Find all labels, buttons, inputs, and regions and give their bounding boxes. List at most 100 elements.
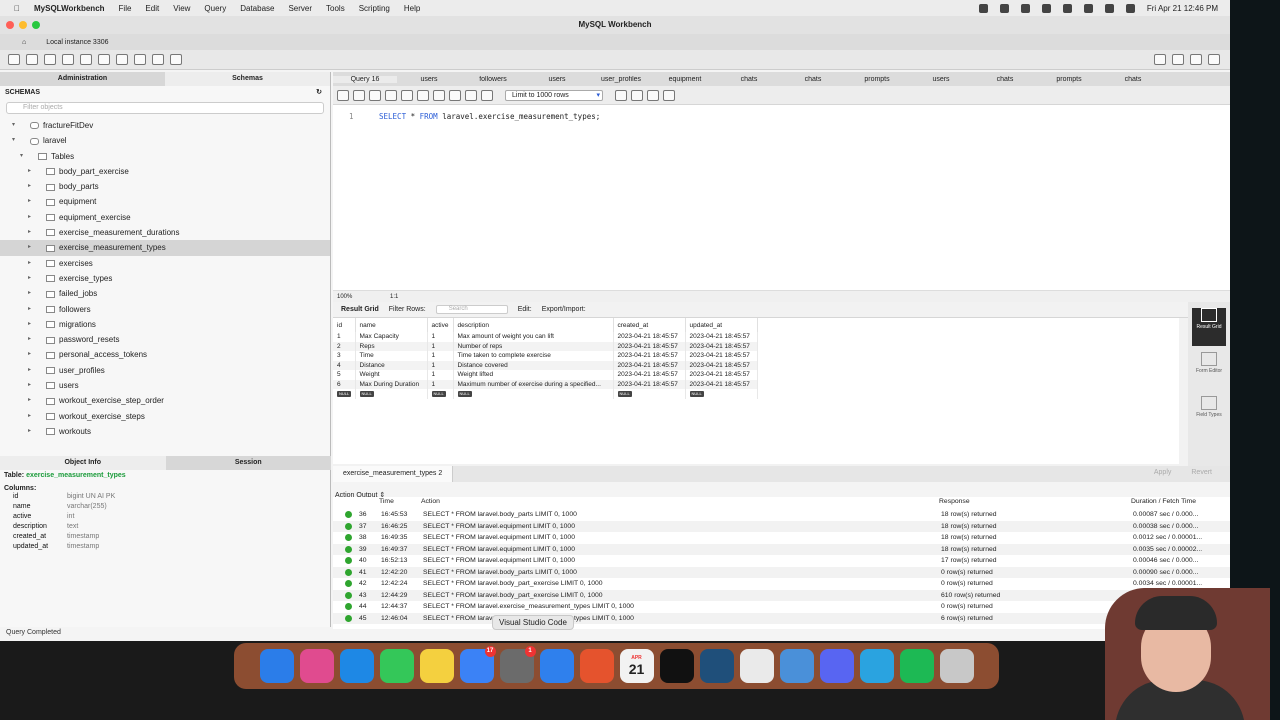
table-cell[interactable]: Time <box>355 351 428 361</box>
vscode-icon[interactable] <box>539 649 574 683</box>
tab-query[interactable]: chats <box>973 76 1037 83</box>
table-cell[interactable]: Max During Duration <box>355 379 428 389</box>
tree-item[interactable]: ▸ password_resets <box>0 332 330 347</box>
tab-query[interactable]: equipment <box>653 76 717 83</box>
table-row[interactable]: 5 Weight 1 Weight lifted 2023-04-21 18:45:57… <box>333 370 758 380</box>
table-cell[interactable]: Maximum number of exercise during a spec… <box>453 379 614 389</box>
terminal-icon[interactable] <box>659 649 694 683</box>
inspector-button[interactable] <box>44 54 56 65</box>
output-row[interactable]: 43 12:44:29 SELECT * FROM laravel.body_par… <box>333 589 1230 601</box>
table-cell[interactable]: 2023-04-21 18:45:57 <box>685 370 758 380</box>
table-row[interactable]: 3 Time 1 Time taken to complete exercise 202… <box>333 351 758 361</box>
beautify-button[interactable] <box>615 89 627 101</box>
menu-file[interactable]: File <box>119 4 132 13</box>
invisible-chars-button[interactable] <box>647 89 659 101</box>
tree-item[interactable]: ▾ laravel <box>0 133 330 148</box>
table-cell[interactable]: 2023-04-21 18:45:57 <box>613 341 686 351</box>
autocommit-button[interactable] <box>481 89 493 101</box>
sql-line[interactable]: 1 SELECT * FROM laravel.exercise_measure… <box>333 112 1230 121</box>
chrome-icon[interactable] <box>739 649 774 683</box>
create-function-button[interactable] <box>134 54 146 65</box>
table-cell[interactable]: 1 <box>427 351 454 361</box>
tab-schemas[interactable]: Schemas <box>165 72 330 86</box>
status-tray-icon[interactable] <box>999 3 1009 13</box>
table-cell[interactable]: NULL <box>613 389 686 399</box>
tab-query[interactable]: prompts <box>1037 76 1101 83</box>
menu-database[interactable]: Database <box>240 4 274 13</box>
field-types-button[interactable]: Field Types <box>1192 396 1226 434</box>
output-row[interactable]: 41 12:42:20 SELECT * FROM laravel.body_par… <box>333 566 1230 578</box>
chevron-right-icon[interactable]: ▸ <box>28 271 31 286</box>
output-row[interactable]: 42 12:42:24 SELECT * FROM laravel.body_par… <box>333 578 1230 590</box>
column-header[interactable]: active <box>427 318 454 332</box>
search-icon[interactable] <box>631 89 643 101</box>
home-icon[interactable]: ⌂ <box>22 39 26 46</box>
brave-icon[interactable] <box>579 649 614 683</box>
tree-item[interactable]: ▸ failed_jobs <box>0 286 330 301</box>
tab-query[interactable]: chats <box>781 76 845 83</box>
table-cell[interactable]: 1 <box>333 332 356 342</box>
tree-item[interactable]: ▸ exercises <box>0 256 330 271</box>
table-cell[interactable]: Distance covered <box>453 360 614 370</box>
table-cell[interactable]: 1 <box>427 360 454 370</box>
tree-item[interactable]: ▸ personal_access_tokens <box>0 347 330 362</box>
chevron-right-icon[interactable]: ▸ <box>28 286 31 301</box>
create-schema-button[interactable] <box>62 54 74 65</box>
spotify-icon[interactable] <box>899 649 934 683</box>
chevron-right-icon[interactable]: ▸ <box>28 347 31 362</box>
apple-icon[interactable]:  <box>14 4 20 13</box>
table-cell[interactable]: 2023-04-21 18:45:57 <box>685 341 758 351</box>
tree-item[interactable]: ▸ followers <box>0 302 330 317</box>
table-cell[interactable]: 5 <box>333 370 356 380</box>
tree-item[interactable]: ▸ exercise_measurement_durations <box>0 225 330 240</box>
menu-server[interactable]: Server <box>288 4 312 13</box>
create-procedure-button[interactable] <box>116 54 128 65</box>
table-cell[interactable]: 2023-04-21 18:45:57 <box>613 332 686 342</box>
table-cell[interactable]: Number of reps <box>453 341 614 351</box>
table-cell[interactable]: 3 <box>333 351 356 361</box>
table-cell[interactable]: 2023-04-21 18:45:57 <box>613 379 686 389</box>
tab-object-info[interactable]: Object Info <box>0 456 166 470</box>
table-cell[interactable]: Max amount of weight you can lift <box>453 332 614 342</box>
explain-button[interactable] <box>401 89 413 101</box>
new-row[interactable]: NULL NULL NULL NULL NULL NULL <box>333 389 758 399</box>
zoom-window-button[interactable] <box>32 21 40 29</box>
execute-button[interactable] <box>369 89 381 101</box>
tab-query[interactable]: chats <box>717 76 781 83</box>
tree-item[interactable]: ▸ migrations <box>0 317 330 332</box>
toggle-error-button[interactable] <box>433 89 445 101</box>
col-time[interactable]: Time <box>379 497 421 507</box>
result-tab[interactable]: exercise_measurement_types 2 <box>333 466 454 482</box>
table-row[interactable]: 6 Max During Duration 1 Maximum number of e… <box>333 379 758 389</box>
bluetooth-icon[interactable] <box>1041 3 1051 13</box>
clock[interactable]: Fri Apr 21 12:46 PM <box>1147 4 1218 13</box>
chevron-right-icon[interactable]: ▸ <box>28 378 31 393</box>
column-header[interactable]: name <box>355 318 428 332</box>
telegram-icon[interactable] <box>859 649 894 683</box>
column-header[interactable]: created_at <box>613 318 686 332</box>
commit-button[interactable] <box>449 89 461 101</box>
finder-icon[interactable] <box>259 649 294 683</box>
tree-item[interactable]: ▸ body_part_exercise <box>0 164 330 179</box>
chevron-right-icon[interactable]: ▸ <box>28 409 31 424</box>
table-cell[interactable]: 2023-04-21 18:45:57 <box>613 360 686 370</box>
chevron-right-icon[interactable]: ▸ <box>28 424 31 439</box>
chevron-right-icon[interactable]: ▸ <box>28 194 31 209</box>
table-cell[interactable]: 2023-04-21 18:45:57 <box>685 360 758 370</box>
chevron-right-icon[interactable]: ▸ <box>28 332 31 347</box>
app-menu[interactable]: MySQLWorkbench <box>34 4 105 13</box>
chevron-right-icon[interactable]: ▾ <box>12 133 15 148</box>
tree-item[interactable]: ▸ body_parts <box>0 179 330 194</box>
system-settings-icon[interactable]: 1 <box>499 646 536 683</box>
output-row[interactable]: 45 12:46:04 SELECT * FROM laravel.exercise… <box>333 612 1230 624</box>
battery-icon[interactable] <box>1062 3 1072 13</box>
tree-item[interactable]: ▸ workout_exercise_step_order <box>0 393 330 408</box>
zoom-select[interactable]: 100% <box>337 294 352 300</box>
menu-query[interactable]: Query <box>204 4 226 13</box>
menu-tools[interactable]: Tools <box>326 4 345 13</box>
discord-icon[interactable] <box>819 649 854 683</box>
table-cell[interactable]: NULL <box>355 389 428 399</box>
tree-item[interactable]: ▸ exercise_types <box>0 271 330 286</box>
column-header[interactable]: id <box>333 318 356 332</box>
menu-help[interactable]: Help <box>404 4 420 13</box>
